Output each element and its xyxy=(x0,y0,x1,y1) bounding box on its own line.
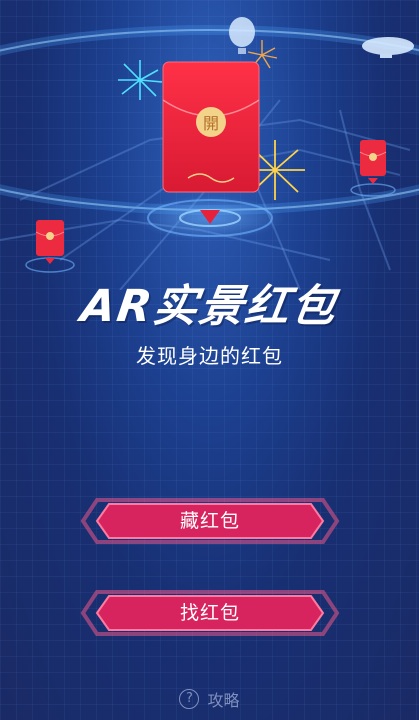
hide-red-packet-label: 藏红包 xyxy=(179,510,240,532)
red-envelope-main: 開 xyxy=(162,61,260,193)
question-circle-icon: ? xyxy=(179,689,200,709)
airship-icon xyxy=(362,37,414,58)
red-envelope-right xyxy=(350,140,396,197)
guide-label: 攻略 xyxy=(207,691,240,710)
ar-red-packet-screen: 開 AR实景红包 发现身边的红包 藏红包 找红包 ? 攻略 xyxy=(0,0,419,720)
page-title: AR实景红包 xyxy=(77,281,341,332)
page-subtitle: 发现身边的红包 xyxy=(136,344,283,368)
hero-section: AR实景红包 发现身边的红包 xyxy=(0,270,419,369)
target-rings xyxy=(135,196,285,240)
find-red-packet-button[interactable]: 找红包 xyxy=(75,580,345,646)
ar-scene-illustration: 開 xyxy=(0,17,419,290)
guide-link[interactable]: ? 攻略 xyxy=(0,687,419,711)
hot-air-balloon-icon xyxy=(229,17,255,54)
find-red-packet-label: 找红包 xyxy=(179,602,240,624)
svg-text:開: 開 xyxy=(203,114,219,133)
hide-red-packet-button[interactable]: 藏红包 xyxy=(75,488,345,554)
red-envelope-left xyxy=(25,220,75,273)
firework-cyan-icon xyxy=(118,60,163,100)
